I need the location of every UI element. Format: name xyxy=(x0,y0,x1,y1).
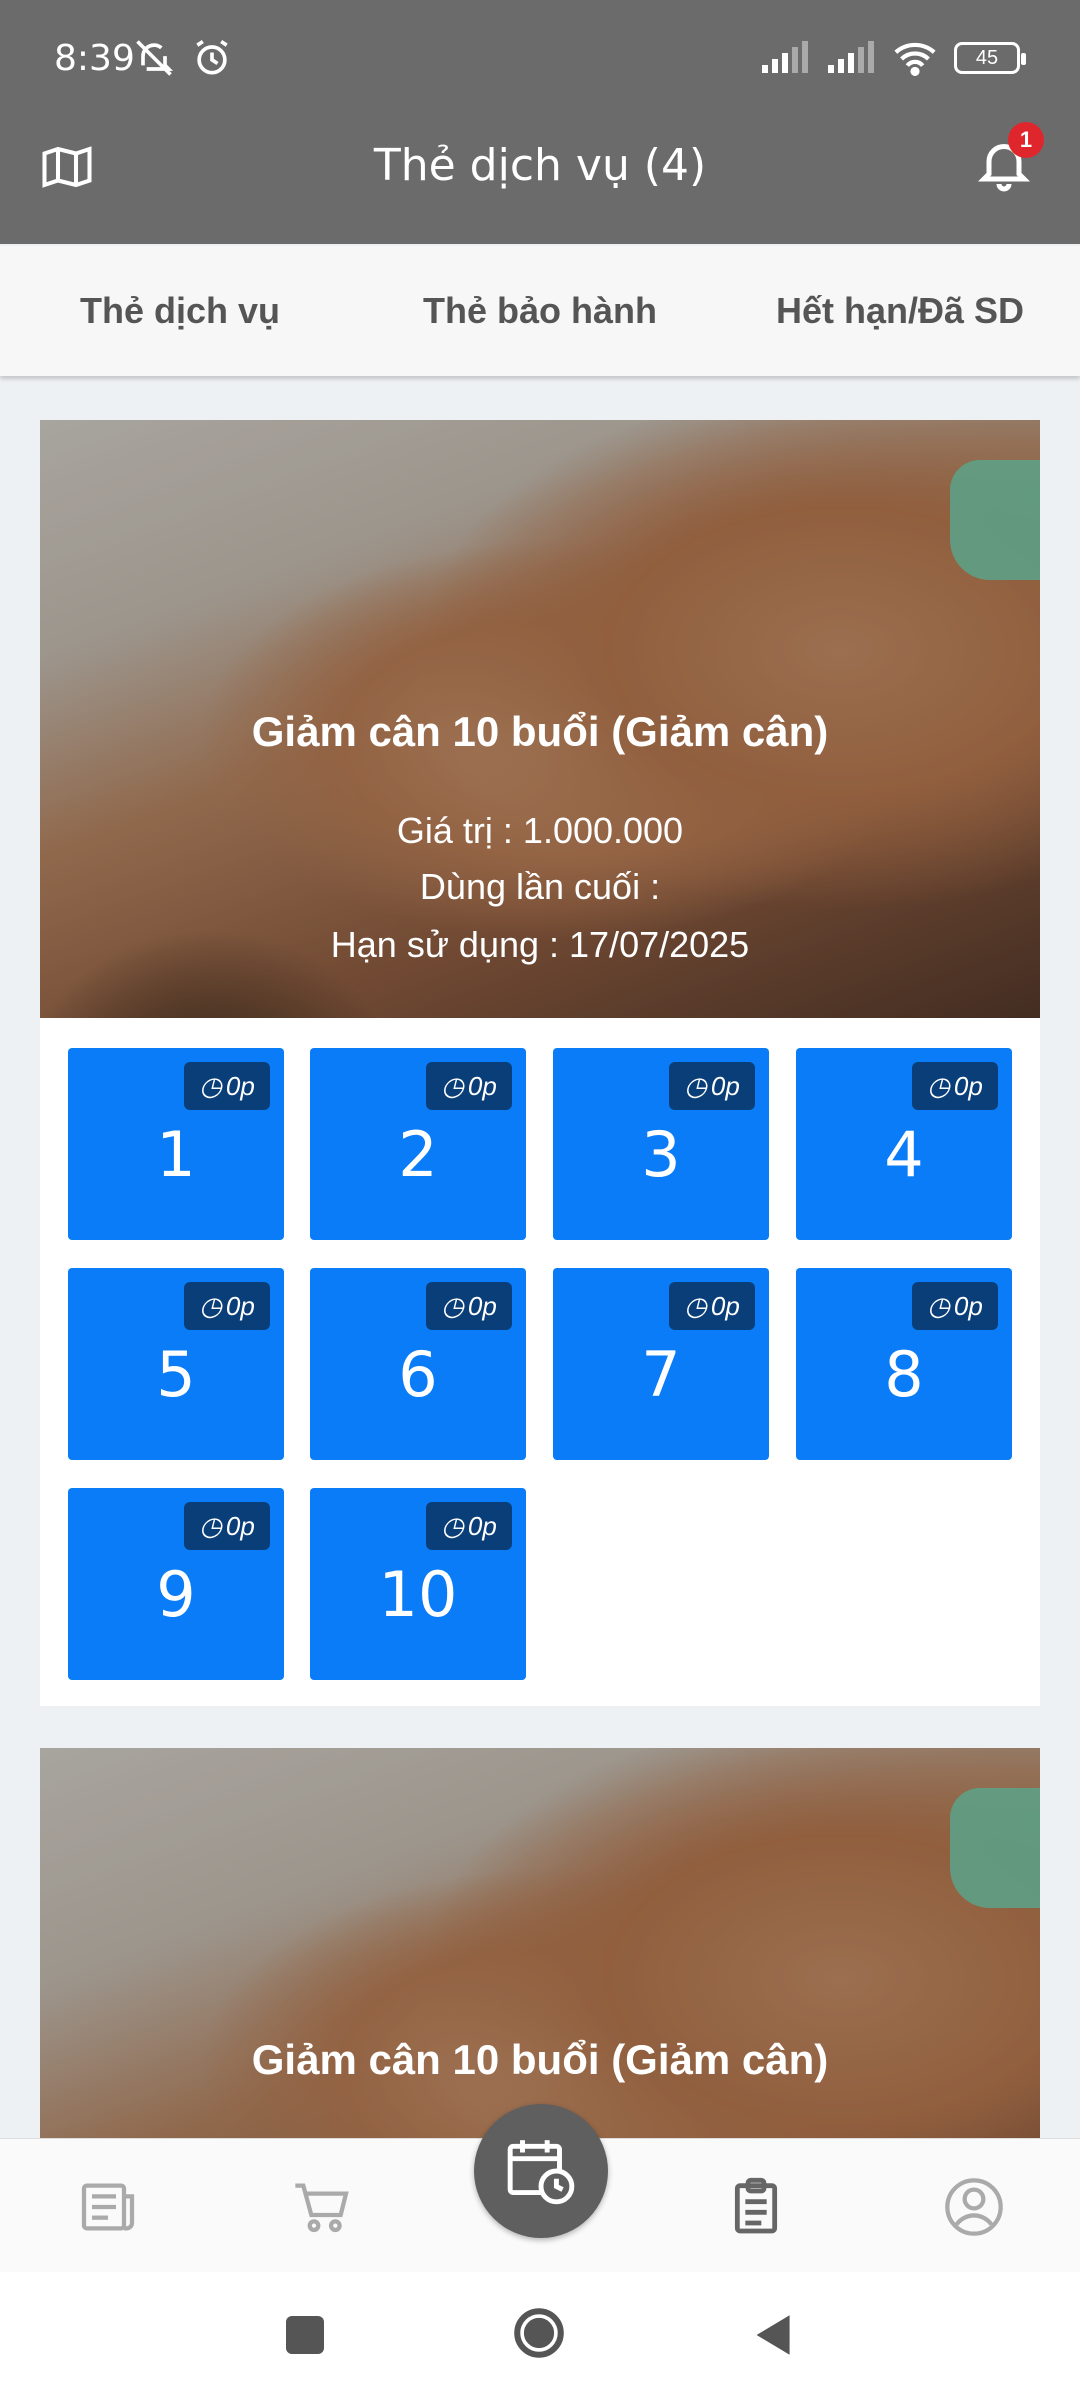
clock-icon: ◷ xyxy=(684,1290,707,1321)
service-card[interactable]: Giảm cân 10 buổi (Giảm cân) xyxy=(40,1748,1040,2148)
session-time-pill: ◷ 0p xyxy=(184,1502,270,1550)
wifi-icon xyxy=(894,42,936,76)
alarm-icon xyxy=(196,39,228,75)
page-title: Thẻ dịch vụ (4) xyxy=(373,140,707,191)
clock-icon: ◷ xyxy=(441,1510,464,1541)
session-time-pill: ◷ 0p xyxy=(669,1282,755,1330)
battery-indicator: 45 xyxy=(954,42,1026,74)
session-time-pill: ◷ 0p xyxy=(912,1062,998,1110)
booking-fab[interactable] xyxy=(474,2104,608,2238)
tab-service-cards[interactable]: Thẻ dịch vụ xyxy=(0,246,360,376)
calendar-clock-icon xyxy=(507,2140,575,2205)
card-expiry: Hạn sử dụng : 17/07/2025 xyxy=(330,924,750,965)
account-icon[interactable] xyxy=(942,2175,1006,2239)
service-card[interactable]: Giảm cân 10 buổi (Giảm cân) Giá trị : 1.… xyxy=(40,420,1040,1706)
session-time-pill: ◷ 0p xyxy=(669,1062,755,1110)
clock-icon: ◷ xyxy=(199,1290,222,1321)
card-title: Giảm cân 10 buổi (Giảm cân) xyxy=(251,708,829,755)
session-number: 3 xyxy=(641,1118,681,1191)
signal-icon xyxy=(762,41,808,73)
session-time-pill: ◷ 0p xyxy=(912,1282,998,1330)
status-bar: 8:39 45 xyxy=(0,0,1080,120)
recent-apps-button[interactable] xyxy=(286,2316,324,2354)
session-tile[interactable]: ◷ 0p 2 xyxy=(310,1048,526,1240)
signal-icon-2 xyxy=(828,41,874,73)
session-time-pill: ◷ 0p xyxy=(184,1282,270,1330)
status-time: 8:39 xyxy=(54,38,135,79)
session-number: 4 xyxy=(884,1118,924,1191)
clock-icon: ◷ xyxy=(441,1070,464,1101)
clock-icon: ◷ xyxy=(927,1070,950,1101)
session-tile[interactable]: ◷ 0p 10 xyxy=(310,1488,526,1680)
session-tile[interactable]: ◷ 0p 8 xyxy=(796,1268,1012,1460)
session-number: 8 xyxy=(884,1338,924,1411)
app-header: 8:39 45 Thẻ dịch vụ (4) 1 xyxy=(0,0,1080,244)
session-tile[interactable]: ◷ 0p 3 xyxy=(553,1048,769,1240)
notification-button[interactable]: 1 xyxy=(974,122,1044,200)
card-last-used: Dùng lần cuối : xyxy=(419,866,661,907)
session-tile[interactable]: ◷ 0p 4 xyxy=(796,1048,1012,1240)
system-navigation xyxy=(0,2272,1080,2400)
clipboard-icon[interactable] xyxy=(724,2175,788,2239)
session-time-pill: ◷ 0p xyxy=(426,1062,512,1110)
session-number: 9 xyxy=(156,1558,196,1631)
tab-warranty-cards[interactable]: Thẻ bảo hành xyxy=(360,246,720,376)
session-time-pill: ◷ 0p xyxy=(426,1282,512,1330)
clock-icon: ◷ xyxy=(199,1510,222,1541)
clock-icon: ◷ xyxy=(927,1290,950,1321)
session-time-pill: ◷ 0p xyxy=(426,1502,512,1550)
session-tile[interactable]: ◷ 0p 5 xyxy=(68,1268,284,1460)
tab-bar: Thẻ dịch vụ Thẻ bảo hành Hết hạn/Đã SD xyxy=(0,246,1080,376)
home-button[interactable] xyxy=(510,2304,568,2362)
clock-icon: ◷ xyxy=(441,1290,464,1321)
session-number: 7 xyxy=(641,1338,681,1411)
card-value: Giá trị : 1.000.000 xyxy=(396,810,684,851)
cart-icon[interactable] xyxy=(290,2175,354,2239)
clock-icon: ◷ xyxy=(684,1070,707,1101)
card-title: Giảm cân 10 buổi (Giảm cân) xyxy=(251,2036,829,2083)
card-hero-image: Giảm cân 10 buổi (Giảm cân) xyxy=(40,1748,1040,2148)
notification-badge: 1 xyxy=(1008,122,1044,158)
session-tile[interactable]: ◷ 0p 7 xyxy=(553,1268,769,1460)
session-time-pill: ◷ 0p xyxy=(184,1062,270,1110)
tab-expired-used[interactable]: Hết hạn/Đã SD xyxy=(720,246,1080,376)
news-icon[interactable] xyxy=(76,2175,140,2239)
clock-icon: ◷ xyxy=(199,1070,222,1101)
session-number: 5 xyxy=(156,1338,196,1411)
back-button[interactable] xyxy=(750,2310,794,2360)
session-tile[interactable]: ◷ 0p 1 xyxy=(68,1048,284,1240)
session-tile[interactable]: ◷ 0p 6 xyxy=(310,1268,526,1460)
mute-bell-icon xyxy=(136,40,174,76)
session-tile[interactable]: ◷ 0p 9 xyxy=(68,1488,284,1680)
session-number: 6 xyxy=(398,1338,438,1411)
session-number: 10 xyxy=(378,1558,458,1631)
card-hero-image: Giảm cân 10 buổi (Giảm cân) Giá trị : 1.… xyxy=(40,420,1040,1018)
session-number: 2 xyxy=(398,1118,438,1191)
session-number: 1 xyxy=(156,1118,196,1191)
